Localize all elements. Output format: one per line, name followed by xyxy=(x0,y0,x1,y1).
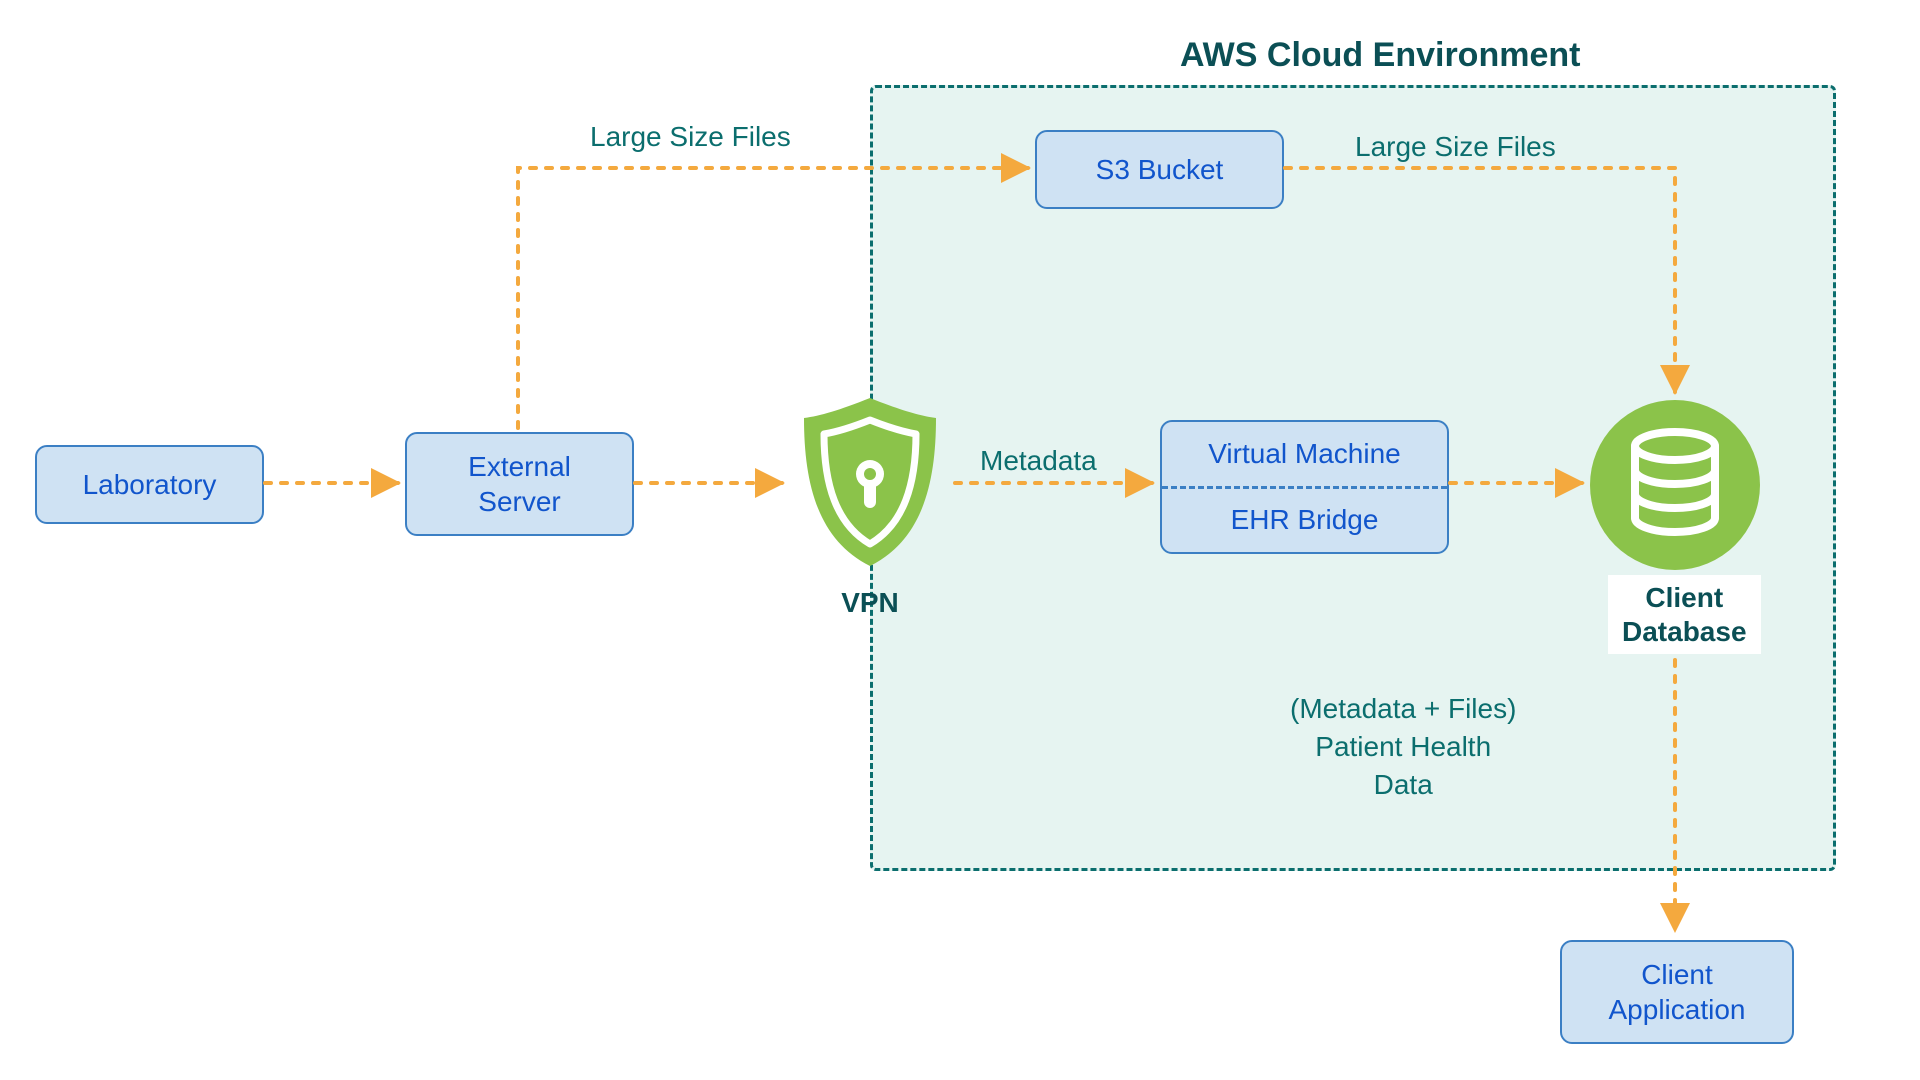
database-icon xyxy=(1625,428,1725,543)
node-vm-top-label: Virtual Machine xyxy=(1162,422,1447,486)
node-external-server: External Server xyxy=(405,432,634,536)
node-client-database xyxy=(1590,400,1760,570)
node-vm-bottom-label: EHR Bridge xyxy=(1162,489,1447,553)
edge-label-metadata: Metadata xyxy=(980,442,1097,480)
edge-label-patient-health-data: (Metadata + Files) Patient Health Data xyxy=(1290,690,1516,803)
node-client-database-label: Client Database xyxy=(1608,575,1761,654)
aws-cloud-title: AWS Cloud Environment xyxy=(1180,36,1580,75)
node-vpn-label: VPN xyxy=(841,587,899,619)
shield-icon xyxy=(790,392,950,577)
node-laboratory: Laboratory xyxy=(35,445,264,524)
edge-label-large-files-1: Large Size Files xyxy=(590,118,791,156)
node-vpn: VPN xyxy=(790,392,950,619)
node-s3-bucket: S3 Bucket xyxy=(1035,130,1284,209)
node-virtual-machine: Virtual Machine EHR Bridge xyxy=(1160,420,1449,554)
diagram-stage: AWS Cloud Environment Laboratory Externa… xyxy=(0,0,1920,1080)
edge-label-large-files-2: Large Size Files xyxy=(1355,128,1556,166)
node-client-application: Client Application xyxy=(1560,940,1794,1044)
